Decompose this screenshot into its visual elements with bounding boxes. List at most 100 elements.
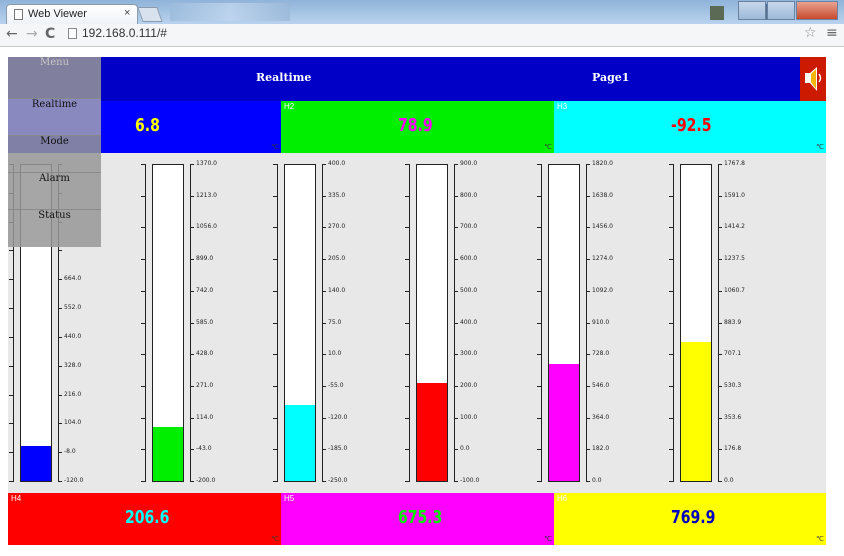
gauge-tick	[322, 449, 326, 450]
gauge-tick	[669, 418, 673, 419]
titlebar-background	[170, 3, 290, 21]
gauge-tick	[405, 418, 409, 419]
gauge-tick	[537, 386, 541, 387]
gauge-tick	[190, 227, 194, 228]
gauge-tick-label: -120.0	[328, 414, 348, 421]
gauge-tick	[190, 164, 194, 165]
header-bar: Realtime Page1	[8, 57, 826, 101]
gauge-tick-label: 0.0	[592, 477, 602, 484]
gauge-tick-label: 140.0	[328, 287, 346, 294]
gauge-tick	[537, 291, 541, 292]
gauge-tick	[718, 449, 722, 450]
gauge-tick-label: 200.0	[460, 382, 478, 389]
gauge-tick	[190, 386, 194, 387]
gauge-tick	[454, 323, 458, 324]
gauge-tick	[273, 196, 277, 197]
gauge-tick	[190, 481, 194, 482]
gauge-fill	[549, 364, 579, 481]
menu-item-mode[interactable]: Mode	[8, 135, 101, 172]
header-realtime-title: Realtime	[256, 71, 312, 84]
unit-label: ℃	[271, 536, 279, 543]
maximize-button[interactable]	[767, 1, 795, 20]
gauge-tick	[190, 323, 194, 324]
gauge-tick	[718, 418, 722, 419]
gauge-tick	[141, 354, 145, 355]
minimize-button[interactable]	[738, 1, 766, 20]
unit-label: ℃	[816, 144, 824, 151]
gauge-tick	[273, 164, 277, 165]
address-bar[interactable]: 192.168.0.111/#	[64, 26, 804, 43]
gauge-tick-label: -250.0	[328, 477, 348, 484]
back-icon[interactable]: ←	[6, 26, 18, 42]
gauge-tick-label: 900.0	[460, 160, 478, 167]
gauge-tick-label: 328.0	[64, 362, 82, 369]
close-window-button[interactable]	[796, 1, 838, 20]
tab-title: Web Viewer	[28, 8, 87, 20]
reload-icon[interactable]: C	[45, 26, 55, 42]
gauge-tick	[58, 452, 62, 453]
gauge-tick	[273, 259, 277, 260]
gauge-tick	[454, 449, 458, 450]
gauge-tick	[9, 366, 13, 367]
new-tab-button[interactable]	[137, 7, 163, 22]
menu-item-alarm[interactable]: Alarm	[8, 172, 101, 209]
menu-header[interactable]: Menu	[8, 57, 101, 94]
menu-item-realtime[interactable]: Realtime	[8, 98, 101, 135]
gauge-tick	[586, 323, 590, 324]
tab-close-icon[interactable]: ×	[124, 7, 130, 19]
gauge-fill	[681, 341, 711, 481]
bookmark-star-icon[interactable]: ☆	[804, 25, 817, 41]
gauge-tick-label: -185.0	[328, 445, 348, 452]
browser-menu-icon[interactable]: ≡	[826, 25, 838, 41]
gauge-tick	[9, 395, 13, 396]
gauge-tick	[537, 354, 541, 355]
gauge-tube	[416, 164, 448, 482]
gauge-tick	[58, 366, 62, 367]
gauge-tick	[405, 227, 409, 228]
gauge-tick-label: 1591.0	[724, 192, 745, 199]
gauge-tick	[669, 196, 673, 197]
gauge-tick-label: 400.0	[460, 319, 478, 326]
menu-item-status[interactable]: Status	[8, 209, 101, 246]
channel-label: H5	[284, 494, 295, 503]
gauge-tick-label: -43.0	[196, 445, 212, 452]
gauge-tick	[537, 196, 541, 197]
channel-label: H3	[557, 102, 568, 111]
gauge-tick	[405, 196, 409, 197]
gauge-tick-label: 552.0	[64, 304, 82, 311]
gauge-tick	[537, 481, 541, 482]
gauge-tick	[669, 449, 673, 450]
url-text[interactable]: 192.168.0.111/#	[82, 26, 167, 40]
gauge-tick-label: 899.0	[196, 255, 214, 262]
gauge-tick	[537, 323, 541, 324]
taskbar-icon	[710, 6, 724, 20]
gauge-tick	[273, 481, 277, 482]
gauge-tick	[58, 279, 62, 280]
gauge-tick-label: 271.0	[196, 382, 214, 389]
gauge-tick-label: -100.0	[460, 477, 480, 484]
gauge-tick	[141, 481, 145, 482]
gauge-tick-label: 0.0	[460, 445, 470, 452]
gauge-tick-label: 114.0	[196, 414, 214, 421]
speaker-icon[interactable]	[800, 57, 826, 101]
gauge-tick	[273, 291, 277, 292]
gauge-tick	[9, 250, 13, 251]
gauge-tick-label: 270.0	[328, 223, 346, 230]
gauge-tick-label: 883.9	[724, 319, 742, 326]
gauge-tick	[405, 386, 409, 387]
gauge-tick	[669, 386, 673, 387]
gauge-tick	[586, 164, 590, 165]
thermometer-gauge: 400.0 335.0 270.0 205.0 140.0 75.0 10.0 -55.0 -1…	[273, 160, 347, 484]
forward-icon[interactable]: →	[26, 26, 38, 42]
browser-tab[interactable]: Web Viewer ×	[6, 4, 138, 25]
gauge-tick	[322, 418, 326, 419]
gauge-tick-label: 10.0	[328, 350, 342, 357]
gauge-tick-label: 1820.0	[592, 160, 613, 167]
gauge-tick	[405, 164, 409, 165]
gauge-tick	[9, 481, 13, 482]
bottom-value-box: H6 769.9 ℃	[554, 493, 826, 545]
gauge-tick-label: 585.0	[196, 319, 214, 326]
gauge-tick	[141, 418, 145, 419]
gauge-tick-label: 742.0	[196, 287, 214, 294]
gauge-tick-label: 1213.0	[196, 192, 217, 199]
